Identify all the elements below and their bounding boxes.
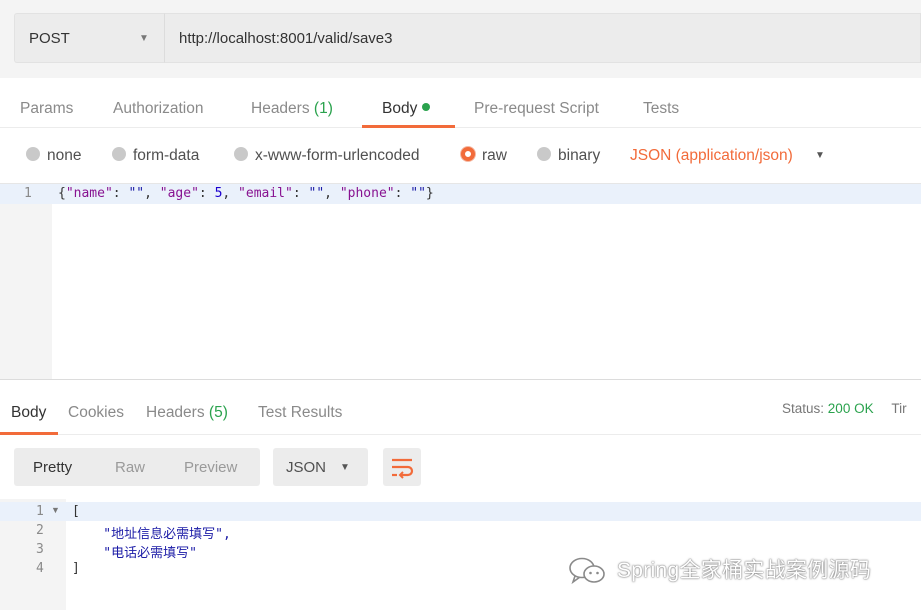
code-token: : [112,186,129,201]
tab-body[interactable]: Body [382,100,431,118]
method-label: POST [29,30,70,47]
format-label: JSON [286,459,327,476]
response-tabs: Body Cookies Headers (5) Test Results St… [0,380,921,435]
code-token: } [425,186,434,201]
wechat-icon [569,557,605,585]
response-toolbar: Pretty Raw Preview JSON ▼ [0,435,921,499]
tab-tests[interactable]: Tests [643,100,679,118]
radio-label: binary [558,147,601,164]
radio-label: form-data [133,147,200,164]
pretty-button[interactable]: Pretty [33,459,72,476]
tab-label: Tests [643,100,680,117]
wrap-lines-icon [392,458,414,479]
tab-label: Body [11,404,47,421]
radio-circle-icon [112,147,126,161]
code-token: "phone" [339,186,395,201]
tab-authorization[interactable]: Authorization [113,100,203,118]
code-token: "" [308,186,325,201]
method-select[interactable]: POST ▼ [14,13,164,63]
line-number: 4 [36,561,44,576]
radio-selected-icon [461,147,475,161]
watermark-text: Spring全家桶实战案例源码 [617,559,872,582]
chevron-down-icon[interactable]: ▼ [815,150,825,161]
request-body-editor[interactable]: 1 {"name": "", "age": 5, "email": "", "p… [0,183,921,380]
tab-label: Cookies [68,404,124,421]
radio-circle-icon [234,147,248,161]
response-tab-cookies[interactable]: Cookies [68,404,124,422]
code-token: "name" [65,186,113,201]
radio-circle-icon [26,147,40,161]
tab-headers[interactable]: Headers (1) [251,100,333,118]
tab-label: Headers [146,404,205,421]
code-token: { [58,186,66,201]
format-select[interactable]: JSON ▼ [273,448,368,486]
response-status: Status: 200 OK Tir [782,401,907,416]
response-tab-body[interactable]: Body [11,404,46,422]
view-mode-switch: Pretty Raw Preview [14,448,260,486]
response-code-line: [ [72,504,80,519]
tab-params[interactable]: Params [20,100,73,118]
response-code-line: "地址信息必需填写", [72,527,231,542]
code-token: "" [128,186,145,201]
tab-label: Body [382,100,418,117]
body-type-selector: none form-data x-www-form-urlencoded raw… [0,128,921,183]
radio-binary[interactable]: binary [537,147,600,165]
tab-pre-request-script[interactable]: Pre-request Script [474,100,599,118]
radio-x-www-form-urlencoded[interactable]: x-www-form-urlencoded [234,147,420,165]
status-code[interactable]: 200 OK [828,401,874,416]
line-number: 2 [36,523,44,538]
line-number-gutter [0,184,52,379]
content-type-select[interactable]: JSON (application/json) [630,147,793,165]
headers-count: (1) [313,100,333,117]
line-number: 3 [36,542,44,557]
response-tab-test-results[interactable]: Test Results [258,404,342,422]
tab-label: Params [20,100,74,117]
response-tab-headers[interactable]: Headers (5) [146,404,228,422]
tab-label: Authorization [113,100,204,117]
tab-label: Headers [251,100,310,117]
radio-label: x-www-form-urlencoded [255,147,420,164]
code-token: , [144,186,160,201]
raw-button[interactable]: Raw [115,459,145,476]
time-label: Tir [891,401,907,416]
radio-none[interactable]: none [26,147,81,165]
code-token: "email" [238,186,293,201]
code-token: , [324,186,340,201]
radio-circle-icon [537,147,551,161]
code-token: , [222,186,239,201]
chevron-down-icon: ▼ [139,33,149,44]
line-number: 1 [24,186,32,201]
active-line-highlight [0,502,921,521]
wrap-lines-button[interactable] [383,448,421,486]
url-text: http://localhost:8001/valid/save3 [179,30,393,47]
radio-raw[interactable]: raw [461,147,507,165]
radio-label: raw [482,147,507,164]
request-url-bar: POST ▼ http://localhost:8001/valid/save3 [0,0,921,78]
preview-button[interactable]: Preview [184,459,237,476]
fold-arrow-icon[interactable]: ▼ [51,505,60,515]
code-token: "" [410,186,426,201]
code-token: : [292,186,309,201]
response-code-line: ] [72,561,80,576]
radio-label: none [47,147,82,164]
code-token: : [394,186,411,201]
url-input[interactable]: http://localhost:8001/valid/save3 [164,13,921,63]
chevron-down-icon: ▼ [340,462,350,473]
headers-count: (5) [208,404,228,421]
modified-dot-icon [422,103,431,111]
request-tabs: Params Authorization Headers (1) Body Pr… [0,78,921,128]
response-code-line: "电话必需填写" [72,546,197,561]
code-token: "age" [159,186,199,201]
request-json-code: {"name": "", "age": 5, "email": "", "pho… [58,186,434,201]
tab-label: Pre-request Script [474,100,599,117]
status-label: Status: [782,401,825,416]
line-number: 1 [36,504,44,519]
code-token: : [198,186,215,201]
tab-label: Test Results [258,404,343,421]
radio-form-data[interactable]: form-data [112,147,199,165]
